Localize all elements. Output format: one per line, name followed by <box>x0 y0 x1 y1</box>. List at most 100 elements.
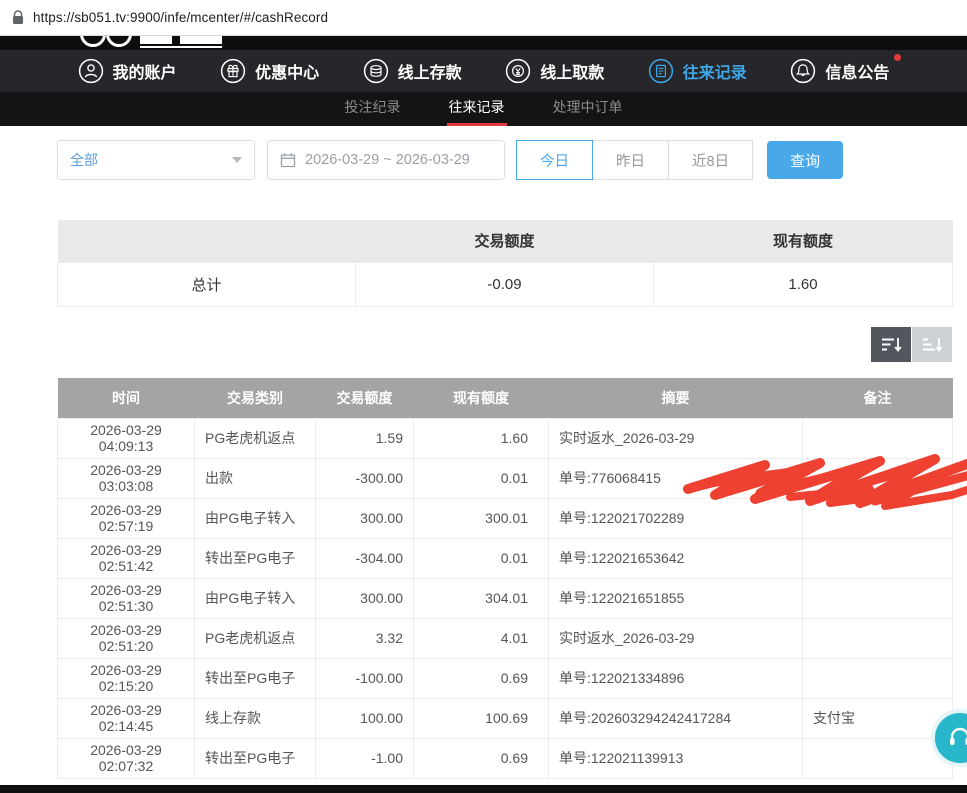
quick-range-button[interactable]: 今日 <box>516 140 593 180</box>
url-text[interactable]: https://sb051.tv:9900/infe/mcenter/#/cas… <box>33 10 328 25</box>
column-header: 时间 <box>58 378 195 418</box>
sub-tab[interactable]: 投注纪录 <box>343 92 403 126</box>
table-cell: 线上存款 <box>195 698 316 738</box>
table-cell: 1.59 <box>316 418 414 458</box>
table-cell: 4.01 <box>414 618 549 658</box>
user-icon <box>78 58 104 84</box>
sub-tab[interactable]: 处理中订单 <box>551 92 625 126</box>
table-cell: 0.69 <box>414 738 549 778</box>
table-row: 2026-03-29 02:07:32转出至PG电子-1.000.69单号:12… <box>58 738 953 778</box>
column-header: 现有额度 <box>414 378 549 418</box>
nav-item-label: 信息公告 <box>825 59 889 83</box>
table-row: 2026-03-29 02:51:30由PG电子转入300.00304.01单号… <box>58 578 953 618</box>
table-cell: 100.00 <box>316 698 414 738</box>
table-row: 2026-03-29 02:14:45线上存款100.00100.69单号:20… <box>58 698 953 738</box>
table-cell: 实时返水_2026-03-29 <box>549 418 803 458</box>
table-cell: 2026-03-29 02:51:20 <box>58 618 195 658</box>
bottom-bar <box>0 785 967 793</box>
table-cell: 1.60 <box>414 418 549 458</box>
record-type-value: 全部 <box>70 150 98 170</box>
quick-range-button[interactable]: 昨日 <box>592 140 669 180</box>
calendar-icon <box>280 152 296 168</box>
table-row: 2026-03-29 02:15:20转出至PG电子-100.000.69单号:… <box>58 658 953 698</box>
table-cell: 2026-03-29 02:14:45 <box>58 698 195 738</box>
records-table: 时间交易类别交易额度现有额度摘要备注 2026-03-29 04:09:13PG… <box>57 378 953 779</box>
nav-item[interactable]: 线上取款 <box>505 58 604 84</box>
site-logo <box>0 36 967 50</box>
summary-total-label: 总计 <box>58 262 356 306</box>
sort-descending-button[interactable] <box>871 327 911 362</box>
table-cell <box>803 458 953 498</box>
filter-row: 全部 2026-03-29 ~ 2026-03-29 今日昨日近8日 查询 <box>57 140 843 180</box>
nav-item[interactable]: 优惠中心 <box>220 58 319 84</box>
sort-descending-icon <box>880 336 902 354</box>
nav-item[interactable]: 线上存款 <box>363 58 462 84</box>
sub-tab[interactable]: 往来记录 <box>447 92 507 126</box>
table-cell <box>803 738 953 778</box>
column-header: 交易额度 <box>316 378 414 418</box>
column-header: 交易类别 <box>195 378 316 418</box>
nav-item-label: 往来记录 <box>683 59 747 83</box>
table-cell <box>803 658 953 698</box>
summary-header-empty <box>58 220 356 262</box>
table-cell: PG老虎机返点 <box>195 618 316 658</box>
table-cell: 单号:122021139913 <box>549 738 803 778</box>
query-button[interactable]: 查询 <box>767 141 843 179</box>
content-area: 全部 2026-03-29 ~ 2026-03-29 今日昨日近8日 查询 交易… <box>0 126 967 785</box>
date-range-value: 2026-03-29 ~ 2026-03-29 <box>305 152 470 168</box>
table-cell: 2026-03-29 02:51:42 <box>58 538 195 578</box>
table-cell: 0.01 <box>414 538 549 578</box>
nav-item[interactable]: 我的账户 <box>78 58 177 84</box>
table-cell: 出款 <box>195 458 316 498</box>
table-row: 2026-03-29 02:51:20PG老虎机返点3.324.01实时返水_2… <box>58 618 953 658</box>
logo-circle <box>106 36 132 47</box>
table-cell: 转出至PG电子 <box>195 538 316 578</box>
record-type-select[interactable]: 全部 <box>57 140 255 180</box>
deposit-icon <box>363 58 389 84</box>
table-cell <box>803 418 953 458</box>
nav-item[interactable]: 往来记录 <box>648 58 747 84</box>
screen: https://sb051.tv:9900/infe/mcenter/#/cas… <box>0 0 967 793</box>
nav-item-label: 优惠中心 <box>255 59 319 83</box>
table-cell: 300.00 <box>316 498 414 538</box>
table-row: 2026-03-29 02:57:19由PG电子转入300.00300.01单号… <box>58 498 953 538</box>
summary-amount-value: -0.09 <box>356 262 654 306</box>
table-cell: 3.32 <box>316 618 414 658</box>
table-cell: 300.01 <box>414 498 549 538</box>
table-cell: 转出至PG电子 <box>195 738 316 778</box>
nav-item[interactable]: 信息公告 <box>790 58 889 84</box>
quick-range-button[interactable]: 近8日 <box>668 140 753 180</box>
sort-ascending-button[interactable] <box>912 327 952 362</box>
table-cell: 2026-03-29 02:15:20 <box>58 658 195 698</box>
table-cell <box>803 578 953 618</box>
nav-item-label: 线上取款 <box>540 59 604 83</box>
table-cell: -100.00 <box>316 658 414 698</box>
table-cell: 单号:776068415 <box>549 458 803 498</box>
table-cell: 2026-03-29 04:09:13 <box>58 418 195 458</box>
table-cell: 单号:202603294242417284 <box>549 698 803 738</box>
table-cell <box>803 618 953 658</box>
logo-circle <box>80 36 106 47</box>
lock-icon <box>12 10 24 25</box>
withdraw-icon <box>505 58 531 84</box>
table-cell: 2026-03-29 02:51:30 <box>58 578 195 618</box>
date-range-input[interactable]: 2026-03-29 ~ 2026-03-29 <box>267 140 505 180</box>
sort-controls <box>871 327 952 362</box>
table-row: 2026-03-29 04:09:13PG老虎机返点1.591.60实时返水_2… <box>58 418 953 458</box>
headset-icon <box>945 723 967 753</box>
notification-dot-icon <box>894 54 901 61</box>
summary-table: 交易额度 现有额度 总计 -0.09 1.60 <box>57 220 953 307</box>
table-cell: 2026-03-29 02:57:19 <box>58 498 195 538</box>
table-cell: 由PG电子转入 <box>195 578 316 618</box>
table-cell: -300.00 <box>316 458 414 498</box>
nav-item-label: 线上存款 <box>398 59 462 83</box>
table-cell: 0.69 <box>414 658 549 698</box>
column-header: 摘要 <box>549 378 803 418</box>
chevron-down-icon <box>232 157 242 163</box>
table-cell: 304.01 <box>414 578 549 618</box>
table-cell: 300.00 <box>316 578 414 618</box>
table-cell: 0.01 <box>414 458 549 498</box>
table-cell: 2026-03-29 03:03:08 <box>58 458 195 498</box>
browser-address-bar[interactable]: https://sb051.tv:9900/infe/mcenter/#/cas… <box>0 0 967 36</box>
table-cell: 100.69 <box>414 698 549 738</box>
